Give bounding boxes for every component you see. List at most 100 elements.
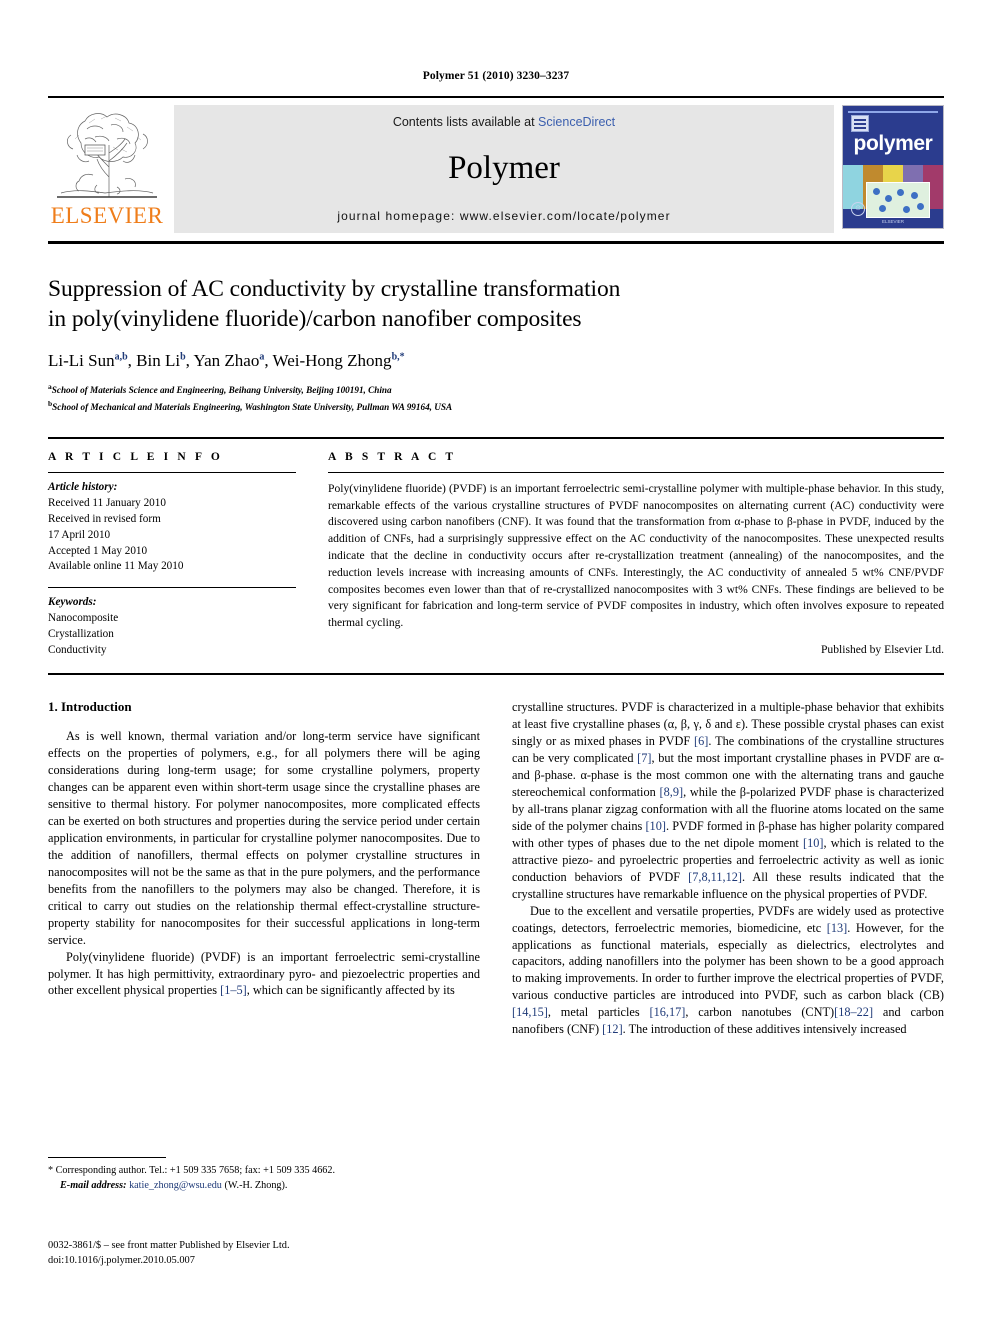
cover-copyright-icon: ⊙ [851,202,865,216]
affiliation-list: aSchool of Materials Science and Enginee… [48,381,944,415]
article-history-group: Article history: Received 11 January 201… [48,473,296,575]
cover-publisher-mark: ELSEVIER [881,219,904,224]
author-name[interactable]: Yan Zhao [194,351,260,370]
corresponding-author-footnote: * Corresponding author. Tel.: +1 509 335… [48,1157,480,1194]
running-head: Polymer 51 (2010) 3230–3237 [422,70,570,82]
citation-link[interactable]: [8,9] [660,785,684,799]
intro-paragraph: crystalline structures. PVDF is characte… [512,699,944,903]
cover-top-rule [848,111,938,113]
page-title: Suppression of AC conductivity by crysta… [48,274,944,334]
email-address-label: E-mail address: [60,1180,127,1192]
citation-link[interactable]: [13] [827,921,848,935]
elsevier-wordmark: ELSEVIER [50,203,164,228]
author-affil-marker: a [259,351,265,363]
keyword-item: Nanocomposite [48,612,119,625]
masthead-bottom-rule [48,241,944,244]
paragraph-text: , carbon nanotubes (CNT) [685,1005,835,1020]
intro-paragraph: As is well known, thermal variation and/… [48,728,480,947]
keywords-label: Keywords: [48,596,97,609]
cover-inset-dot [917,203,924,210]
article-history-item: Available online 11 May 2010 [48,560,184,573]
citation-link[interactable]: [1–5] [220,983,247,997]
article-history-label: Article history: [48,480,118,493]
citation-link[interactable]: [12] [602,1022,623,1036]
cover-inset-dot [897,189,904,196]
citation-link[interactable]: [16,17] [649,1005,685,1019]
author-name[interactable]: Li-Li Sun [48,351,115,370]
journal-homepage-link[interactable]: journal homepage: www.elsevier.com/locat… [337,209,670,223]
cover-inset-dot [873,188,880,195]
author-name[interactable]: Bin Li [136,351,180,370]
citation-link[interactable]: [6] [694,734,708,748]
article-info-column: A R T I C L E I N F O Article history: R… [48,451,296,659]
footnote-email-line: E-mail address: katie_zhong@wsu.edu (W.-… [48,1178,480,1193]
affiliation-item: aSchool of Materials Science and Enginee… [48,381,944,398]
keywords-group: Keywords: Nanocomposite Crystallization … [48,588,296,659]
article-info-heading: A R T I C L E I N F O [48,450,223,463]
contents-list-line: Contents lists available at ScienceDirec… [393,115,615,129]
journal-title: Polymer [448,149,560,186]
affiliation-text: School of Materials Science and Engineer… [51,385,392,396]
elsevier-tree-icon [51,105,163,203]
article-history-item: Received in revised form [48,512,161,525]
cover-inset-dot [911,192,918,199]
sciencedirect-link[interactable]: ScienceDirect [538,115,615,129]
elsevier-logo: ELSEVIER [48,105,166,233]
journal-masthead: ELSEVIER Contents lists available at Sci… [48,96,944,233]
citation-link[interactable]: [10] [803,836,824,850]
footnote-line-1: * Corresponding author. Tel.: +1 509 335… [48,1165,336,1176]
article-title-line-1: Suppression of AC conductivity by crysta… [48,276,621,302]
journal-cover-thumbnail: polymer ⊙ ELSEVIER [842,105,944,229]
cover-badge-icon [851,115,869,132]
body-column-right: crystalline structures. PVDF is characte… [512,699,944,1038]
keyword-item: Conductivity [48,644,107,657]
author-affil-marker: b,* [391,351,405,363]
page-footer: 0032-3861/$ – see front matter Published… [48,1238,290,1268]
citation-link[interactable]: [18–22] [834,1005,873,1019]
abstract-text: Poly(vinylidene fluoride) (PVDF) is an i… [328,481,944,630]
abstract-heading: A B S T R A C T [328,450,457,463]
paragraph-text: . The introduction of these additives in… [622,1022,907,1037]
affiliation-text: School of Mechanical and Materials Engin… [52,402,453,413]
article-history-item: Accepted 1 May 2010 [48,544,148,557]
email-link[interactable]: katie_zhong@wsu.edu [129,1180,222,1191]
cover-inset-dot [903,206,910,213]
cover-inset-dot [879,205,886,212]
abstract-column: A B S T R A C T Poly(vinylidene fluoride… [328,451,944,659]
footer-front-matter: 0032-3861/$ – see front matter Published… [48,1240,290,1251]
body-columns: 1. Introduction As is well known, therma… [48,699,944,1038]
citation-link[interactable]: [7,8,11,12] [688,870,742,884]
affiliation-item: bSchool of Mechanical and Materials Engi… [48,398,944,415]
article-history-item: 17 April 2010 [48,528,111,541]
intro-paragraph: Due to the excellent and versatile prope… [512,903,944,1039]
author-affil-marker: a,b [114,351,128,363]
footer-doi: doi:10.1016/j.polymer.2010.05.007 [48,1255,195,1267]
cover-journal-name: polymer [853,132,933,155]
body-column-left: 1. Introduction As is well known, therma… [48,699,480,1038]
author-affil-marker: b [180,351,186,363]
email-owner: (W.-H. Zhong). [221,1180,288,1192]
cover-inset-panel [866,182,930,218]
author-list: Li-Li Suna,b, Bin Lib, Yan Zhaoa, Wei-Ho… [48,351,405,371]
footnote-text: * Corresponding author. Tel.: +1 509 335… [48,1163,480,1194]
title-block: Suppression of AC conductivity by crysta… [48,274,944,415]
paragraph-text: , which can be significantly affected by… [246,983,455,998]
intro-paragraph: Poly(vinylidene fluoride) (PVDF) is an i… [48,949,480,1000]
abstract-bottom-rule [48,672,944,675]
journal-band: Contents lists available at ScienceDirec… [174,105,834,233]
journal-article-page: Polymer 51 (2010) 3230–3237 ELSEVIER Con… [0,0,992,1323]
citation-link[interactable]: [10] [645,819,666,833]
footnote-rule [48,1157,166,1158]
info-abstract-section: A R T I C L E I N F O Article history: R… [48,436,944,659]
keyword-item: Crystallization [48,628,114,641]
abstract-publisher-line: Published by Elsevier Ltd. [820,643,944,657]
citation-link[interactable]: [7] [637,751,651,765]
citation-link[interactable]: [14,15] [512,1005,548,1019]
section-heading-introduction: 1. Introduction [48,698,132,714]
contents-prefix: Contents lists available at [392,115,539,129]
author-name[interactable]: Wei-Hong Zhong [273,351,392,370]
article-title-line-2: in poly(vinylidene fluoride)/carbon nano… [48,306,582,333]
article-history-item: Received 11 January 2010 [48,496,166,509]
cover-inset-dot [885,195,892,202]
paragraph-text: , metal particles [547,1005,650,1020]
